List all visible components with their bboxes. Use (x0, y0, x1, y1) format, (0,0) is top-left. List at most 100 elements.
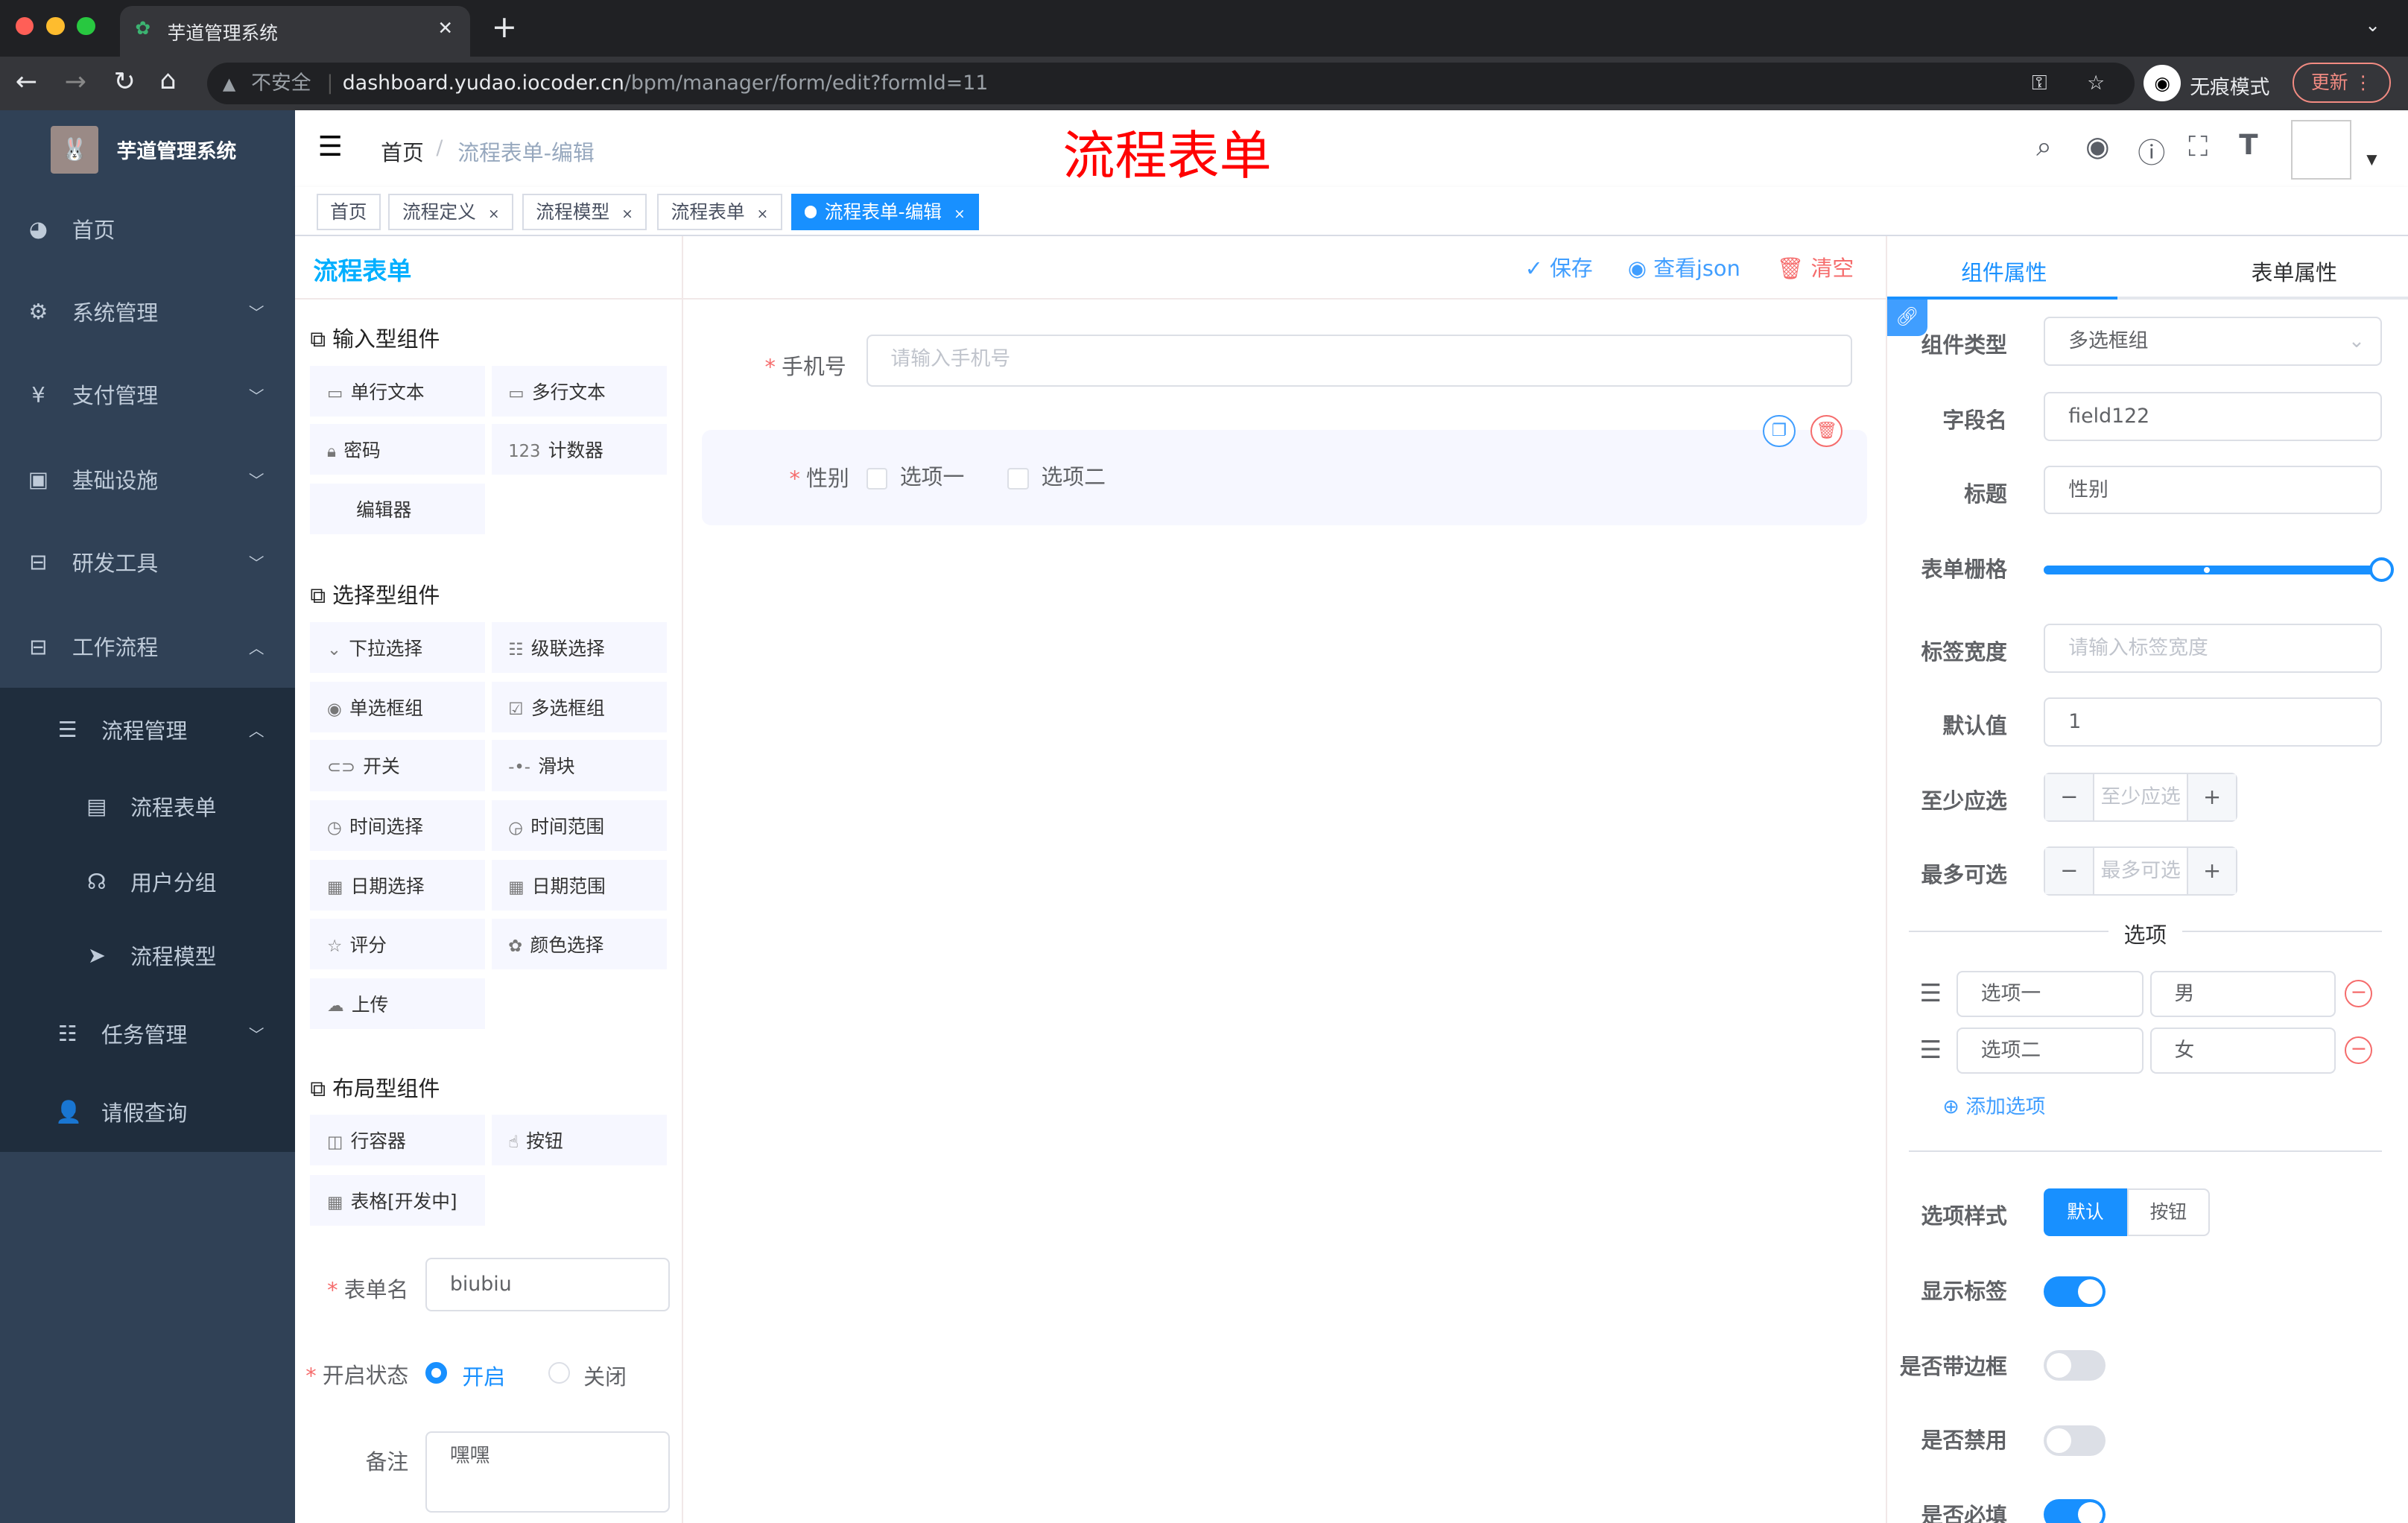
help-icon[interactable]: ⓘ (2138, 130, 2165, 171)
tag-process-definition[interactable]: 流程定义 × (388, 193, 513, 231)
github-icon[interactable]: ◉ (2085, 130, 2109, 162)
delete-icon[interactable]: 🗑︎ (1810, 414, 1843, 447)
view-json-button[interactable]: ◉ 查看json (1628, 252, 1740, 282)
sidebar-item-leave[interactable]: 👤 请假查询 (0, 1074, 295, 1150)
form-name-input[interactable]: biubiu (425, 1258, 670, 1312)
component-type-select[interactable]: 多选框组 ⌄ (2044, 316, 2382, 366)
url-input[interactable]: ▲ 不安全 | dashboard.yudao.iocoder.cn/bpm/ma… (207, 63, 2135, 105)
field-input[interactable]: field122 (2044, 391, 2382, 441)
tab-form-props[interactable]: 表单属性 (2252, 256, 2337, 287)
save-button[interactable]: ✓ 保存 (1525, 252, 1593, 282)
comp-upload[interactable]: ☁ 上传 (310, 978, 486, 1029)
tag-process-form[interactable]: 流程表单 × (657, 193, 782, 231)
comp-number[interactable]: 123 计数器 (491, 423, 667, 475)
sidebar-item-system[interactable]: ⚙ 系统管理 ﹀ (0, 270, 295, 353)
comp-checkbox[interactable]: ☑ 多选框组 (491, 682, 667, 733)
option-label-input[interactable]: 选项二 (1956, 1027, 2144, 1074)
home-icon[interactable]: ⌂ (159, 65, 176, 95)
style-default-button[interactable]: 默认 (2044, 1188, 2127, 1237)
style-button-button[interactable]: 按钮 (2126, 1188, 2210, 1237)
comp-button[interactable]: ☝ 按钮 (491, 1115, 667, 1166)
back-icon[interactable]: ← (16, 66, 37, 97)
phone-input[interactable]: 请输入手机号 (866, 335, 1852, 387)
title-input[interactable]: 性别 (2044, 465, 2382, 515)
sidebar-item-task-manage[interactable]: ☷ 任务管理 ﹀ (0, 995, 295, 1072)
user-avatar[interactable] (2291, 119, 2351, 180)
option-1-checkbox[interactable]: 选项一 (866, 460, 964, 491)
comp-slider[interactable]: -•- 滑块 (491, 740, 667, 791)
tag-process-model[interactable]: 流程模型 × (522, 193, 647, 231)
update-button[interactable]: 更新 ⋮ (2293, 63, 2392, 104)
sidebar-item-workflow[interactable]: ⊟ 工作流程 ︿ (0, 605, 295, 688)
comp-color[interactable]: ✿ 颜色选择 (491, 918, 667, 969)
remove-option-icon[interactable]: − (2345, 1036, 2373, 1065)
comp-time-range[interactable]: ◶ 时间范围 (491, 800, 667, 851)
comp-radio[interactable]: ◉ 单选框组 (310, 682, 486, 733)
option-value-input[interactable]: 男 (2149, 970, 2336, 1017)
remark-textarea[interactable]: 嘿嘿 (425, 1431, 670, 1513)
comp-select[interactable]: ⌄ 下拉选择 (310, 621, 486, 673)
show-label-switch[interactable] (2044, 1276, 2106, 1308)
active-form-item[interactable]: * 性别 选项一 选项二 (701, 430, 1868, 525)
sidebar-item-infra[interactable]: ▣ 基础设施 ﹀ (0, 437, 295, 520)
sidebar-item-user-group[interactable]: ☊ 用户分组 (0, 843, 295, 920)
close-window-button[interactable] (15, 16, 34, 36)
label-width-input[interactable]: 请输入标签宽度 (2044, 623, 2382, 673)
slider-thumb[interactable] (2369, 557, 2395, 583)
breadcrumb-home[interactable]: 首页 (381, 136, 424, 167)
tab-list-icon[interactable]: ⌄ (2365, 14, 2380, 36)
option-label-input[interactable]: 选项一 (1956, 970, 2144, 1017)
status-on-label[interactable]: 开启 (462, 1361, 505, 1391)
search-icon[interactable]: ⌕ (2036, 130, 2052, 163)
forward-icon[interactable]: → (65, 66, 86, 97)
status-off-label[interactable]: 关闭 (583, 1361, 627, 1391)
min-stepper[interactable]: − 至少应选 + (2044, 772, 2238, 822)
disabled-switch[interactable] (2044, 1425, 2106, 1456)
comp-cascader[interactable]: ☷ 级联选择 (491, 621, 667, 673)
sidebar-item-home[interactable]: ◕ 首页 (0, 187, 295, 270)
comp-table[interactable]: ▦ 表格[开发中] (310, 1174, 486, 1226)
fullscreen-icon[interactable]: ⛶ (2188, 130, 2208, 163)
drag-handle-icon[interactable]: ☰ (1919, 978, 1942, 1007)
comp-row[interactable]: ◫ 行容器 (310, 1115, 486, 1166)
comp-textarea[interactable]: ▭ 多行文本 (491, 365, 667, 417)
border-switch[interactable] (2044, 1349, 2106, 1381)
grid-slider[interactable] (2044, 557, 2395, 583)
comp-date[interactable]: ▦ 日期选择 (310, 860, 486, 911)
comp-password[interactable]: 🔒︎ 密码 (310, 423, 486, 475)
close-tab-icon[interactable]: ✕ (437, 17, 453, 39)
sidebar-item-process-model[interactable]: ➤ 流程模型 (0, 917, 295, 994)
comp-input[interactable]: ▭ 单行文本 (310, 365, 486, 417)
remove-option-icon[interactable]: − (2345, 980, 2373, 1008)
comp-date-range[interactable]: ▦ 日期范围 (491, 860, 667, 911)
clear-button[interactable]: 🗑︎ 清空 (1777, 252, 1854, 282)
drag-handle-icon[interactable]: ☰ (1919, 1035, 1942, 1064)
add-option-button[interactable]: ⊕ 添加选项 (1942, 1090, 2045, 1119)
sidebar-item-pay[interactable]: ¥ 支付管理 ﹀ (0, 353, 295, 436)
copy-icon[interactable]: ❐ (1763, 414, 1796, 447)
option-2-checkbox[interactable]: 选项二 (1007, 460, 1106, 491)
sidebar-item-process-form[interactable]: ▤ 流程表单 (0, 768, 295, 845)
sidebar-item-tools[interactable]: ⊟ 研发工具 ﹀ (0, 521, 295, 604)
required-switch[interactable] (2044, 1498, 2106, 1523)
hamburger-icon[interactable]: ☰ (318, 130, 343, 162)
option-value-input[interactable]: 女 (2149, 1027, 2336, 1074)
reload-icon[interactable]: ↻ (114, 66, 136, 97)
tab-component-props[interactable]: 组件属性 (1961, 256, 2047, 287)
maximize-window-button[interactable] (77, 16, 95, 36)
default-input[interactable]: 1 (2044, 697, 2382, 747)
comp-switch[interactable]: ⊂⊃ 开关 (310, 740, 486, 791)
key-icon[interactable]: ⚿ (2032, 63, 2047, 104)
sidebar-item-process-manage[interactable]: ☰ 流程管理 ︿ (0, 688, 295, 770)
new-tab-icon[interactable]: + (492, 9, 518, 45)
star-icon[interactable]: ☆ (2087, 63, 2105, 104)
tag-home[interactable]: 首页 (316, 193, 381, 231)
status-on-radio[interactable] (425, 1362, 447, 1384)
tag-process-form-edit[interactable]: 流程表单-编辑 × (790, 193, 980, 231)
minimize-window-button[interactable] (45, 16, 65, 36)
text-size-icon[interactable]: T (2239, 129, 2258, 161)
comp-time[interactable]: ◷ 时间选择 (310, 800, 486, 851)
browser-tab[interactable]: ✿ 芋道管理系统 ✕ (119, 6, 470, 57)
comp-rate[interactable]: ☆ 评分 (310, 918, 486, 969)
comp-editor[interactable]: 编辑器 (310, 484, 486, 535)
